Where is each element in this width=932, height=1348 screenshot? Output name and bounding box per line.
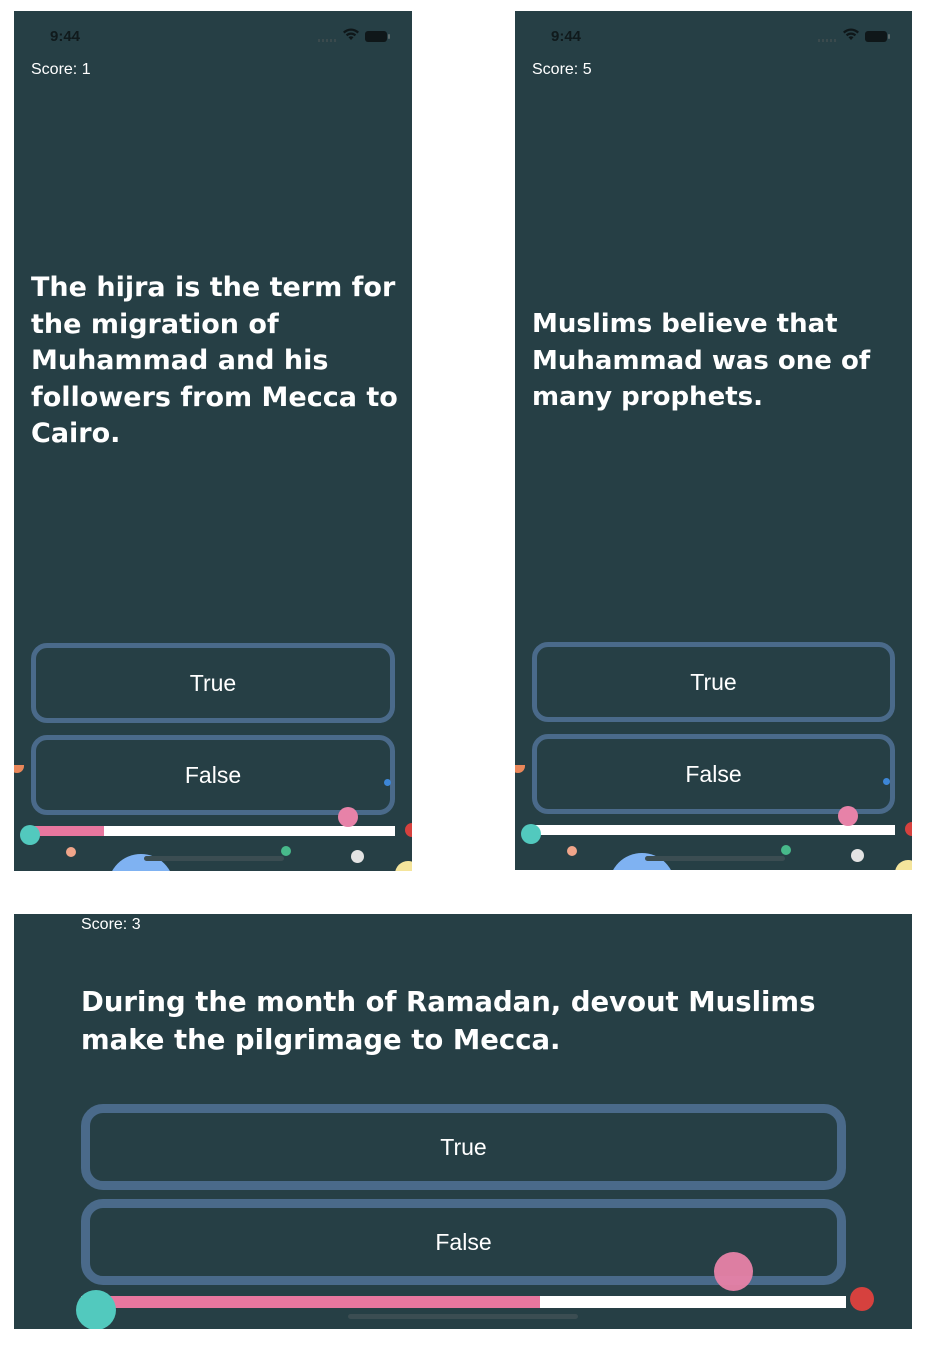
confetti-dot (567, 846, 577, 856)
confetti-dot (338, 807, 358, 827)
status-bar: 9:44 (515, 11, 912, 55)
confetti-dot (395, 861, 412, 871)
status-time: 9:44 (551, 28, 582, 45)
true-button[interactable]: True (81, 1104, 846, 1190)
home-indicator (645, 856, 785, 861)
confetti-dot (405, 823, 412, 837)
status-bar: 9:44 (14, 11, 412, 55)
score-label: Score: 3 (81, 916, 141, 933)
confetti-dot (515, 765, 525, 773)
progress-fill (532, 825, 895, 835)
quiz-screen-2: 9:44 Score: 5 Muslims believe that Muham… (515, 11, 912, 870)
confetti-dot (883, 778, 890, 785)
confetti-dot (895, 860, 912, 870)
question-text: Muslims believe that Muhammad was one of… (532, 309, 871, 412)
confetti-dot (905, 822, 912, 836)
confetti-dot (351, 850, 364, 863)
cellular-icon (318, 39, 336, 42)
progress-fill (31, 826, 104, 836)
confetti-dot (76, 1290, 116, 1329)
question-text: During the month of Ramadan, devout Musl… (81, 986, 816, 1056)
progress-fill (81, 1296, 540, 1308)
confetti-dot (14, 765, 24, 773)
true-button[interactable]: True (31, 643, 395, 723)
confetti-dot (714, 1252, 753, 1291)
progress-bar (532, 825, 895, 835)
confetti-dot (781, 845, 791, 855)
status-time: 9:44 (50, 28, 81, 45)
confetti-dot (66, 847, 76, 857)
question-text: The hijra is the term for the migration … (31, 272, 398, 449)
confetti-dot (850, 1287, 874, 1311)
progress-bar (31, 826, 395, 836)
quiz-screen-1: 9:44 Score: 1 The hijra is the term for … (14, 11, 412, 871)
confetti-dot (281, 846, 291, 856)
confetti-dot (384, 779, 391, 786)
score-label: Score: 1 (31, 61, 91, 78)
confetti-dot (838, 806, 858, 826)
home-indicator (144, 856, 284, 861)
status-icons (818, 28, 893, 43)
wifi-icon (843, 28, 859, 40)
false-button[interactable]: False (532, 734, 895, 814)
confetti-dot (20, 825, 40, 845)
battery-icon (865, 31, 890, 42)
status-icons (318, 28, 393, 43)
quiz-screen-3: Score: 3 During the month of Ramadan, de… (14, 914, 912, 1329)
false-button[interactable]: False (31, 735, 395, 815)
true-button[interactable]: True (532, 642, 895, 722)
confetti-dot (521, 824, 541, 844)
battery-icon (365, 31, 390, 42)
cellular-icon (818, 39, 836, 42)
score-label: Score: 5 (532, 61, 592, 78)
confetti-dot (851, 849, 864, 862)
home-indicator (348, 1314, 578, 1319)
wifi-icon (343, 28, 359, 40)
progress-bar (81, 1296, 846, 1308)
